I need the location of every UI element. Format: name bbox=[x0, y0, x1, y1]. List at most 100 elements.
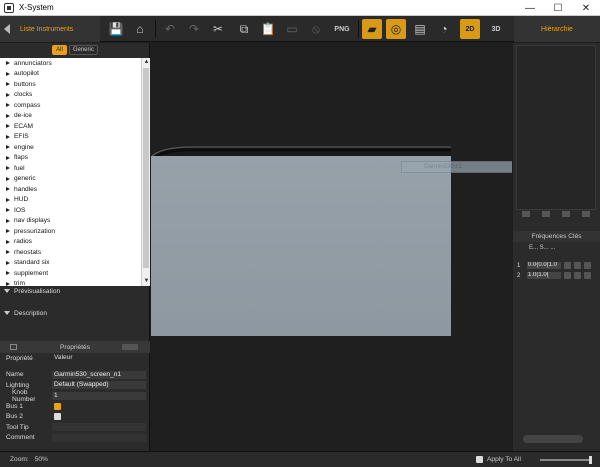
delete-icon[interactable]: ⦸ bbox=[306, 19, 326, 39]
expand-arrow-icon[interactable] bbox=[6, 92, 10, 97]
redo-icon[interactable]: ↷ bbox=[184, 19, 204, 39]
instrument-category[interactable]: clocks bbox=[0, 90, 141, 101]
instrument-category[interactable]: EFIS bbox=[0, 132, 141, 143]
move-down-icon[interactable] bbox=[582, 211, 590, 217]
panel-canvas[interactable]: Garmin530 n1 bbox=[151, 43, 512, 451]
bus2-checkbox[interactable] bbox=[54, 413, 61, 421]
filter-all[interactable]: All bbox=[52, 45, 67, 55]
instrument-category[interactable]: generic bbox=[0, 174, 141, 185]
instrument-category[interactable]: pressurization bbox=[0, 226, 141, 237]
expand-arrow-icon[interactable] bbox=[6, 166, 10, 171]
instrument-category[interactable]: fuel bbox=[0, 163, 141, 174]
publish-icon[interactable]: ⌂ bbox=[130, 19, 150, 39]
instrument-category[interactable]: handles bbox=[0, 184, 141, 195]
frequency-remove-icon[interactable] bbox=[584, 272, 591, 279]
instrument-screen[interactable] bbox=[151, 156, 451, 336]
instrument-category[interactable]: HUD bbox=[0, 195, 141, 206]
instrument-category[interactable]: flaps bbox=[0, 153, 141, 164]
instrument-category[interactable]: autopilot bbox=[0, 69, 141, 80]
instrument-category[interactable]: ECAM bbox=[0, 121, 141, 132]
expand-arrow-icon[interactable] bbox=[6, 61, 10, 66]
hierarchy-tree[interactable] bbox=[516, 45, 596, 210]
instrument-category[interactable]: nav displays bbox=[0, 216, 141, 227]
expand-arrow-icon[interactable] bbox=[6, 113, 10, 118]
frequency-field[interactable]: 0.0(0.0(1.0 bbox=[527, 262, 561, 269]
expand-arrow-icon[interactable] bbox=[6, 103, 10, 108]
close-button[interactable]: ✕ bbox=[572, 0, 600, 16]
instrument-list-tab[interactable]: Liste Instruments bbox=[0, 16, 100, 42]
undo-icon[interactable]: ↶ bbox=[160, 19, 180, 39]
instrument-category[interactable]: standard six bbox=[0, 258, 141, 269]
expand-arrow-icon[interactable] bbox=[6, 134, 10, 139]
apply-to-all[interactable]: Apply To All bbox=[476, 456, 521, 463]
instrument-category[interactable]: radios bbox=[0, 237, 141, 248]
frequency-field[interactable]: 1.0(1.0( bbox=[527, 272, 561, 279]
expand-arrow-icon[interactable] bbox=[6, 218, 10, 223]
background-toggle-icon[interactable]: ▰ bbox=[362, 19, 382, 39]
knob-number-field[interactable]: 1 bbox=[52, 391, 146, 400]
frequency-add-icon[interactable] bbox=[574, 272, 581, 279]
instrument-category[interactable]: annunciators bbox=[0, 58, 141, 69]
instrument-category[interactable]: de-ice bbox=[0, 111, 141, 122]
tooltip-field[interactable] bbox=[52, 423, 146, 432]
expand-arrow-icon[interactable] bbox=[6, 271, 10, 276]
expand-arrow-icon[interactable] bbox=[6, 124, 10, 129]
expand-arrow-icon[interactable] bbox=[6, 229, 10, 234]
zoom-slider-knob[interactable] bbox=[589, 456, 592, 464]
name-field[interactable]: Garmin530_screen_n1 bbox=[52, 370, 146, 379]
expand-arrow-icon[interactable] bbox=[6, 250, 10, 255]
expand-arrow-icon[interactable] bbox=[6, 82, 10, 87]
instrument-category[interactable]: rheostats bbox=[0, 247, 141, 258]
instrument-list-scrollbar[interactable]: ▲ ▼ bbox=[141, 58, 150, 286]
expand-arrow-icon[interactable] bbox=[6, 187, 10, 192]
expand-arrow-icon[interactable] bbox=[6, 197, 10, 202]
panel-layout-icon[interactable]: ▤ bbox=[410, 19, 430, 39]
paste-icon[interactable]: 📋 bbox=[258, 19, 278, 39]
lighting-field[interactable]: Default (Swapped) bbox=[52, 381, 146, 390]
instrument-category[interactable]: engine bbox=[0, 142, 141, 153]
maximize-button[interactable]: ☐ bbox=[544, 0, 572, 16]
paste-disabled-icon[interactable]: ▭ bbox=[282, 19, 302, 39]
apply-to-all-checkbox[interactable] bbox=[476, 456, 483, 463]
preview-section-header[interactable]: Prévisualisation bbox=[0, 285, 150, 297]
view-2d-button[interactable]: 2D bbox=[460, 19, 480, 39]
right-panel-scrollbar[interactable] bbox=[523, 435, 583, 443]
expand-arrow-icon[interactable] bbox=[6, 145, 10, 150]
instrument-category[interactable]: compass bbox=[0, 100, 141, 111]
clock-gauge-icon[interactable]: ◔ bbox=[434, 19, 454, 39]
bus1-checkbox[interactable] bbox=[54, 402, 61, 410]
expand-arrow-icon[interactable] bbox=[6, 208, 10, 213]
expand-arrow-icon[interactable] bbox=[6, 239, 10, 244]
expand-all-icon[interactable] bbox=[522, 211, 530, 217]
instrument-list[interactable]: annunciators autopilot buttons clocks compas… bbox=[0, 58, 141, 286]
collapse-left-arrow-icon[interactable] bbox=[4, 24, 10, 34]
scroll-up-icon[interactable]: ▲ bbox=[143, 59, 150, 66]
expand-arrow-icon[interactable] bbox=[6, 71, 10, 76]
scroll-down-icon[interactable]: ▼ bbox=[143, 278, 150, 285]
collapse-all-icon[interactable] bbox=[542, 211, 550, 217]
comment-field[interactable] bbox=[52, 433, 146, 442]
frequency-edit-icon[interactable] bbox=[564, 272, 571, 279]
cut-icon[interactable]: ✂ bbox=[208, 19, 228, 39]
instrument-category[interactable]: IOS bbox=[0, 205, 141, 216]
frequency-remove-icon[interactable] bbox=[584, 262, 591, 269]
filter-generic[interactable]: Generic bbox=[68, 45, 98, 55]
move-up-icon[interactable] bbox=[562, 211, 570, 217]
save-icon[interactable]: 💾 bbox=[106, 19, 126, 39]
minimize-button[interactable]: — bbox=[516, 0, 544, 16]
expand-arrow-icon[interactable] bbox=[6, 176, 10, 181]
properties-pin-icon[interactable] bbox=[10, 344, 17, 350]
copy-icon[interactable]: ⧉ bbox=[234, 19, 254, 39]
description-section-header[interactable]: Description bbox=[0, 307, 150, 319]
hierarchy-tab[interactable]: Hiérarchie bbox=[514, 16, 600, 42]
export-png-button[interactable]: PNG bbox=[332, 19, 352, 39]
scroll-thumb[interactable] bbox=[143, 68, 149, 268]
instrument-category[interactable]: buttons bbox=[0, 79, 141, 90]
expand-arrow-icon[interactable] bbox=[6, 260, 10, 265]
instrument-category[interactable]: supplement bbox=[0, 268, 141, 279]
properties-options-icon[interactable] bbox=[122, 344, 138, 350]
expand-arrow-icon[interactable] bbox=[6, 155, 10, 160]
gauge-toggle-icon[interactable]: ◎ bbox=[386, 19, 406, 39]
zoom-slider[interactable] bbox=[540, 456, 592, 464]
view-3d-button[interactable]: 3D bbox=[486, 19, 506, 39]
